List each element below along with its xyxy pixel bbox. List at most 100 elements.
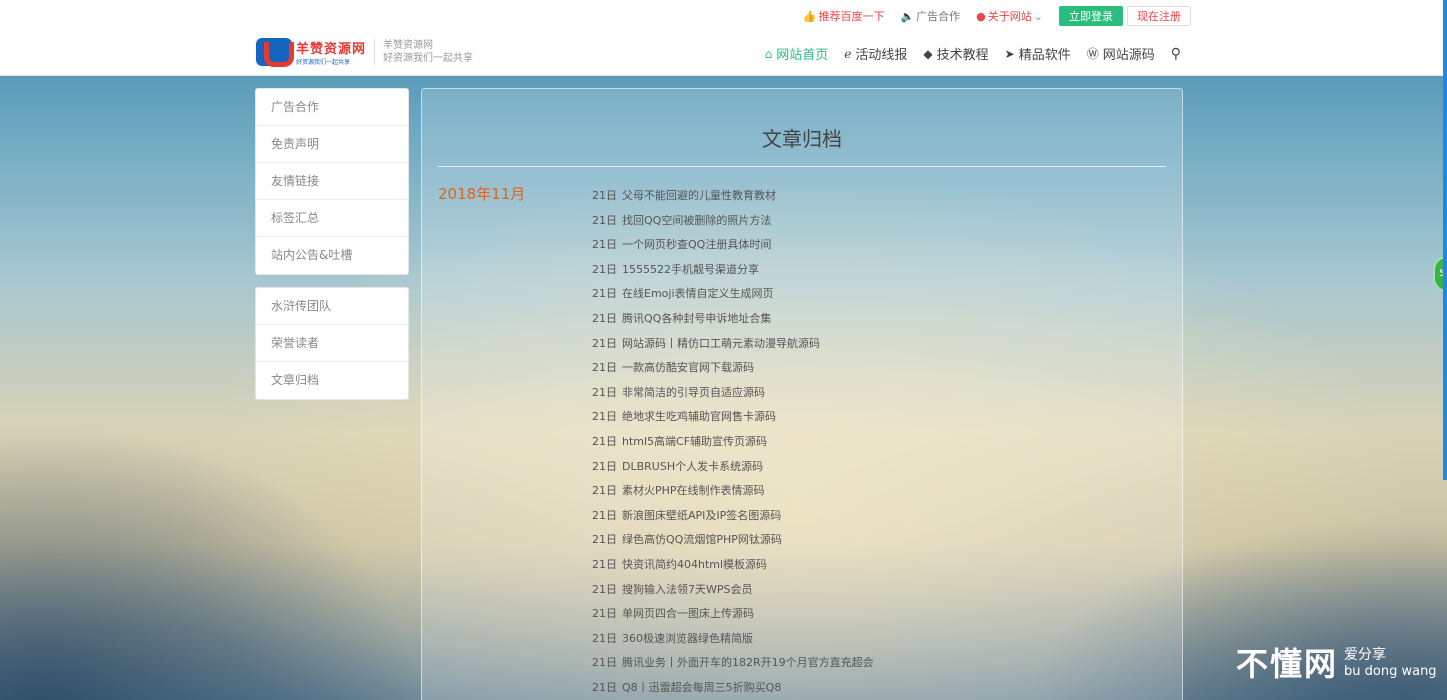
article-title[interactable]: 1555522手机靓号渠道分享 xyxy=(622,263,759,276)
list-item[interactable]: 21日 单网页四合一图床上传源码 xyxy=(592,605,874,630)
article-day: 21日 xyxy=(592,238,617,252)
article-title[interactable]: 父母不能回避的儿童性教育教材 xyxy=(622,189,776,202)
about-label: 关于网站 xyxy=(987,10,1032,23)
watermark-sub-top: 爱分享 xyxy=(1344,647,1387,663)
nav-label: 网站源码 xyxy=(1102,48,1155,63)
article-title[interactable]: 腾讯QQ各种封号申诉地址合集 xyxy=(622,312,771,325)
thumbs-up-icon: 👍 xyxy=(802,9,817,23)
list-item[interactable]: 21日 非常简洁的引导页自适应源码 xyxy=(592,384,874,409)
wordpress-icon: Ⓦ xyxy=(1086,47,1099,61)
article-title[interactable]: 一款高仿酷安官网下载源码 xyxy=(622,361,754,374)
sidebar-item-archive[interactable]: 文章归档 xyxy=(256,362,408,399)
list-item[interactable]: 21日 网站源码丨精仿口工萌元素动漫导航源码 xyxy=(592,335,874,360)
article-title[interactable]: 在线Emoji表情自定义生成网页 xyxy=(622,287,774,300)
list-item[interactable]: 21日 绿色高仿QQ流烟馆PHP网钛源码 xyxy=(592,531,874,556)
site-header: 👍 推荐百度一下 🔈 广告合作 ● 关于网站 ⌄ 立即登录 现在注册 羊赞资源网… xyxy=(0,0,1443,76)
article-day: 21日 xyxy=(592,262,617,276)
cube-icon: ◆ xyxy=(923,46,933,61)
list-item[interactable]: 21日 html5高端CF辅助宣传页源码 xyxy=(592,433,874,458)
list-item[interactable]: 21日 Q8丨迅雷超会每周三5折购买Q8 xyxy=(592,679,874,700)
article-title[interactable]: 绿色高仿QQ流烟馆PHP网钛源码 xyxy=(622,533,782,546)
list-item[interactable]: 21日 绝地求生吃鸡辅助官网售卡源码 xyxy=(592,408,874,433)
list-item[interactable]: 21日 1555522手机靓号渠道分享 xyxy=(592,261,874,286)
article-title[interactable]: DLBRUSH个人发卡系统源码 xyxy=(622,460,763,473)
list-item[interactable]: 21日 素材火PHP在线制作表情源码 xyxy=(592,482,874,507)
sidebar-item-readers[interactable]: 荣誉读者 xyxy=(256,325,408,362)
article-title[interactable]: html5高端CF辅助宣传页源码 xyxy=(622,435,767,448)
sidebar-group-info: 广告合作 免责声明 友情链接 标签汇总 站内公告&吐槽 xyxy=(255,88,409,275)
page-scrollbar[interactable] xyxy=(1443,0,1447,480)
ad-label: 广告合作 xyxy=(916,10,961,23)
sidebar-item-ad[interactable]: 广告合作 xyxy=(256,89,408,126)
logo-sub-title: 羊赞资源网 xyxy=(383,40,434,51)
register-button[interactable]: 现在注册 xyxy=(1127,6,1191,26)
sidebar-item-tags[interactable]: 标签汇总 xyxy=(256,200,408,237)
article-day: 21日 xyxy=(592,508,617,522)
article-title[interactable]: 腾讯业务丨外面开车的182R开19个月官方直充超会 xyxy=(622,656,874,669)
logo-divider xyxy=(374,39,376,65)
nav-source-code[interactable]: Ⓦ 网站源码 xyxy=(1087,44,1155,63)
top-bar: 👍 推荐百度一下 🔈 广告合作 ● 关于网站 ⌄ 立即登录 现在注册 xyxy=(803,6,1191,26)
logo-slogan-small: 好资源我们一起共享 xyxy=(296,59,351,66)
list-item[interactable]: 21日 一款高仿酷安官网下载源码 xyxy=(592,359,874,384)
ie-icon: ℯ xyxy=(844,46,852,61)
article-title[interactable]: 快资讯简约404html模板源码 xyxy=(622,558,767,571)
watermark-sub: 爱分享 bu dong wang xyxy=(1344,646,1437,680)
login-button[interactable]: 立即登录 xyxy=(1059,6,1123,26)
sidebar-item-disclaimer[interactable]: 免责声明 xyxy=(256,126,408,163)
site-logo[interactable]: 羊赞资源网 好资源我们一起共享 羊赞资源网 好资源我们一起共享 xyxy=(256,38,473,67)
article-title[interactable]: 绝地求生吃鸡辅助官网售卡源码 xyxy=(622,410,776,423)
article-day: 21日 xyxy=(592,582,617,596)
list-item[interactable]: 21日 腾讯业务丨外面开车的182R开19个月官方直充超会 xyxy=(592,654,874,679)
article-day: 21日 xyxy=(592,213,617,227)
article-day: 21日 xyxy=(592,287,617,301)
sidebar-item-links[interactable]: 友情链接 xyxy=(256,163,408,200)
recommend-link[interactable]: 👍 推荐百度一下 xyxy=(803,8,885,24)
recommend-label: 推荐百度一下 xyxy=(818,10,885,23)
article-title[interactable]: 单网页四合一图床上传源码 xyxy=(622,607,754,620)
ad-link[interactable]: 🔈 广告合作 xyxy=(900,8,960,24)
watermark-main: 不懂网 xyxy=(1236,645,1339,683)
article-day: 21日 xyxy=(592,410,617,424)
list-item[interactable]: 21日 360极速浏览器绿色精简版 xyxy=(592,630,874,655)
article-title[interactable]: 360极速浏览器绿色精简版 xyxy=(622,632,753,645)
article-day: 21日 xyxy=(592,557,617,571)
nav-activities[interactable]: ℯ 活动线报 xyxy=(844,44,907,64)
list-item[interactable]: 21日 新浪图床壁纸API及IP签名图源码 xyxy=(592,507,874,532)
list-item[interactable]: 21日 DLBRUSH个人发卡系统源码 xyxy=(592,458,874,483)
sidebar-item-announcements[interactable]: 站内公告&吐槽 xyxy=(256,237,408,274)
list-item[interactable]: 21日 一个网页秒查QQ注册具体时间 xyxy=(592,236,874,261)
sidebar-group-pages: 水浒传团队 荣誉读者 文章归档 xyxy=(255,287,409,400)
article-title[interactable]: Q8丨迅雷超会每周三5折购买Q8 xyxy=(622,681,781,694)
search-button[interactable]: ⚲ xyxy=(1171,44,1181,63)
article-title[interactable]: 素材火PHP在线制作表情源码 xyxy=(622,484,765,497)
article-day: 21日 xyxy=(592,459,617,473)
archive-list: 21日 父母不能回避的儿童性教育教材 21日 找回QQ空间被删除的照片方法 21日一… xyxy=(592,187,874,700)
article-title[interactable]: 一个网页秒查QQ注册具体时间 xyxy=(622,238,771,251)
list-item[interactable]: 21日 找回QQ空间被删除的照片方法 xyxy=(592,212,874,237)
sidebar-item-team[interactable]: 水浒传团队 xyxy=(256,288,408,325)
nav-tutorials[interactable]: ◆ 技术教程 xyxy=(923,44,988,64)
article-title[interactable]: 找回QQ空间被删除的照片方法 xyxy=(622,214,771,227)
article-day: 21日 xyxy=(592,631,617,645)
article-day: 21日 xyxy=(592,484,617,498)
nav-home[interactable]: ⌂ 网站首页 xyxy=(765,44,829,64)
search-icon: ⚲ xyxy=(1170,45,1181,62)
article-title[interactable]: 网站源码丨精仿口工萌元素动漫导航源码 xyxy=(622,337,820,350)
article-title[interactable]: 非常简洁的引导页自适应源码 xyxy=(622,386,765,399)
title-divider xyxy=(438,166,1166,167)
logo-text: 羊赞资源网 好资源我们一起共享 xyxy=(296,38,366,66)
article-title[interactable]: 新浪图床壁纸API及IP签名图源码 xyxy=(622,509,781,522)
list-item[interactable]: 21日 父母不能回避的儿童性教育教材 xyxy=(592,187,874,212)
about-dropdown[interactable]: ● 关于网站 ⌄ xyxy=(976,8,1043,24)
background-shade-left xyxy=(0,420,420,700)
list-item[interactable]: 21日 腾讯QQ各种封号申诉地址合集 xyxy=(592,310,874,335)
article-day: 21日 xyxy=(592,656,617,670)
chat-icon: ● xyxy=(976,9,986,23)
article-title[interactable]: 搜狗输入法领7天WPS会员 xyxy=(622,583,753,596)
list-item[interactable]: 21日 在线Emoji表情自定义生成网页 xyxy=(592,285,874,310)
list-item[interactable]: 21日 搜狗输入法领7天WPS会员 xyxy=(592,581,874,606)
nav-software[interactable]: ➤ 精品软件 xyxy=(1005,44,1071,64)
list-item[interactable]: 21日 快资讯简约404html模板源码 xyxy=(592,556,874,581)
logo-icon xyxy=(256,38,294,67)
